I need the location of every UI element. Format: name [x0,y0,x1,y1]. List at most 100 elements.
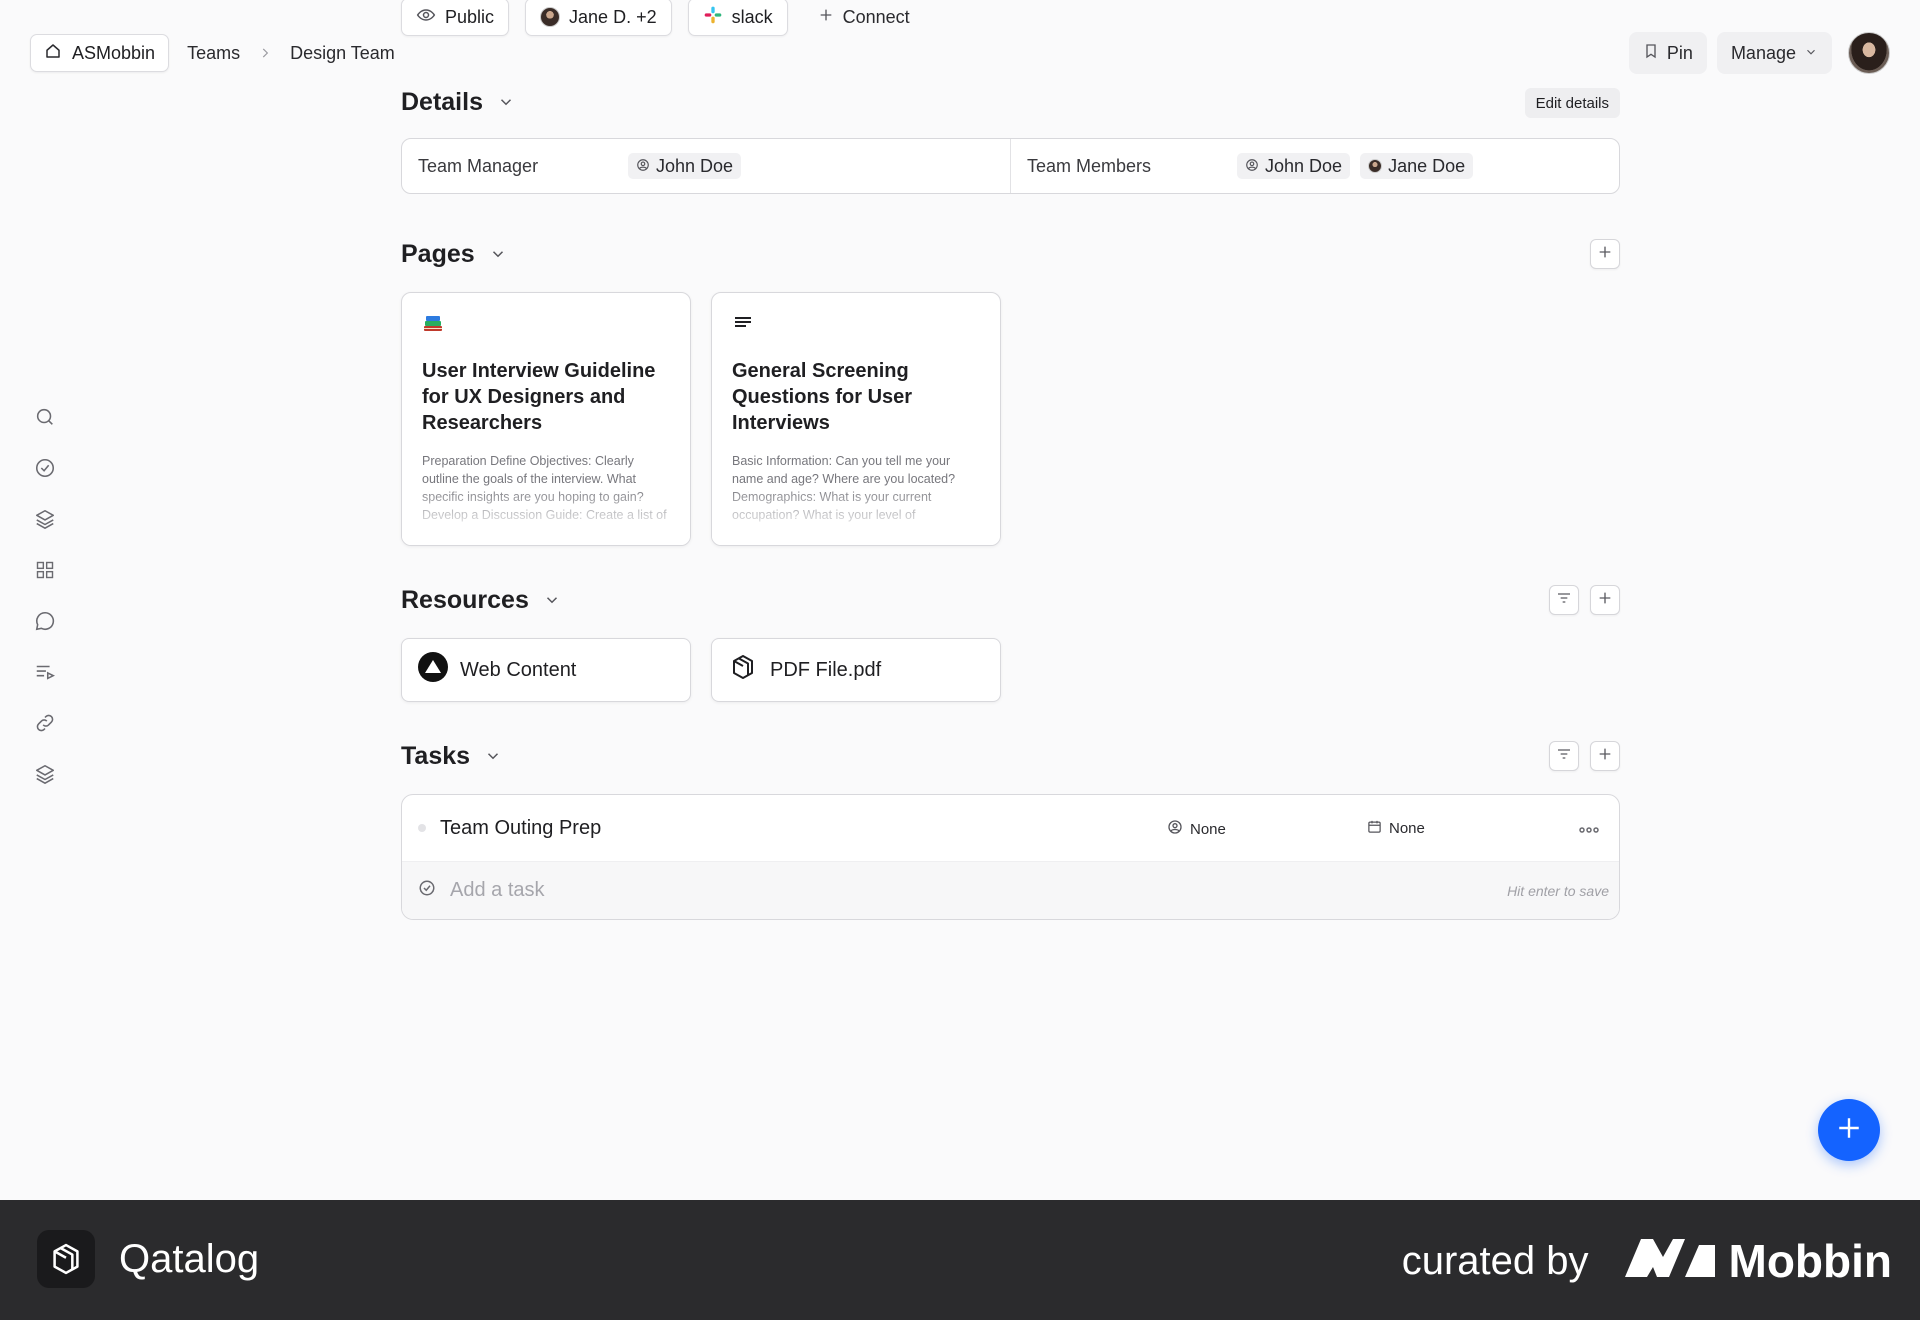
chevron-down-icon[interactable] [484,747,502,765]
page-card-preview: Basic Information: Can you tell me your … [732,454,956,522]
filter-resources-button[interactable] [1549,585,1579,615]
team-member-name: Jane Doe [1388,155,1466,176]
user-circle-icon [1245,156,1259,177]
team-toolbar: Public Jane D. +2 slack Connect [401,0,924,36]
tasks-panel: Team Outing Prep None None Add a task Hi… [401,794,1620,920]
bookmark-icon [1643,42,1659,65]
task-row[interactable]: Team Outing Prep None None [402,795,1619,861]
qatalog-logo-icon [728,652,758,688]
add-task-row[interactable]: Add a task Hit enter to save [402,861,1619,919]
plus-icon [1597,746,1613,767]
grid-icon[interactable] [33,559,57,581]
team-member-chip[interactable]: John Doe [1237,153,1351,179]
chevron-down-icon[interactable] [543,591,561,609]
chevron-right-icon [258,46,272,60]
pages-title: Pages [401,239,475,268]
user-avatar[interactable] [1848,32,1890,74]
resources-actions [1549,585,1620,615]
pages-header: Pages [401,232,1620,276]
visibility-button[interactable]: Public [401,0,510,36]
resource-card[interactable]: Web Content [401,638,691,702]
resource-label: Web Content [460,658,577,681]
tasks-title: Tasks [401,741,471,770]
page-card-title: General Screening Questions for User Int… [732,360,913,434]
task-status-dot[interactable] [418,824,426,832]
plus-icon [1597,590,1613,611]
chat-bubble-icon[interactable] [33,610,57,632]
pin-label: Pin [1666,42,1693,63]
resources-list: Web Content PDF File.pdf [401,638,1620,702]
manage-button[interactable]: Manage [1716,32,1832,74]
team-members-label: Team Members [1027,155,1152,176]
connect-label: Connect [842,6,910,27]
resources-title: Resources [401,585,529,614]
check-circle-icon [418,879,436,903]
team-member-name: John Doe [1265,155,1343,176]
user-circle-icon [636,156,650,177]
add-page-button[interactable] [1590,239,1620,269]
connect-button[interactable]: Connect [804,0,924,36]
chevron-down-icon[interactable] [497,93,515,111]
footer-credit: curated by Mobbin [1402,1234,1892,1288]
check-circle-icon[interactable] [33,457,57,479]
footer-banner: Qatalog curated by Mobbin [0,1200,1920,1320]
resource-label: PDF File.pdf [770,658,882,681]
pages-list: User Interview Guideline for UX Designer… [401,292,1620,546]
layers-icon[interactable] [33,508,57,530]
chevron-down-icon[interactable] [489,245,507,263]
calendar-icon [1367,819,1382,838]
mobbin-logo: Mobbin [1624,1234,1892,1288]
footer-brand: Qatalog [37,1230,259,1288]
team-member-chip[interactable]: Jane Doe [1360,153,1474,179]
breadcrumb-current: Design Team [290,42,395,63]
text-lines-icon [732,317,754,337]
page-card[interactable]: User Interview Guideline for UX Designer… [401,292,691,546]
mobbin-mark-icon [1624,1234,1715,1288]
stack-icon[interactable] [33,763,57,785]
link-icon[interactable] [33,712,57,734]
add-task-hint: Hit enter to save [1507,882,1609,899]
team-manager-chip[interactable]: John Doe [628,153,742,179]
plus-icon [1597,244,1613,265]
page-actions: Pin Manage [1628,32,1890,74]
footer-brand-name: Qatalog [119,1236,260,1281]
task-due-date[interactable]: None [1367,819,1425,838]
slack-icon [703,5,723,30]
filter-icon [1556,746,1572,767]
members-button[interactable]: Jane D. +2 [525,0,672,36]
task-name: Team Outing Prep [440,816,602,839]
search-icon[interactable] [33,406,57,428]
pin-button[interactable]: Pin [1628,32,1707,74]
task-due-value: None [1389,820,1425,837]
breadcrumb-teams[interactable]: Teams [187,43,240,64]
page-card[interactable]: General Screening Questions for User Int… [711,292,1001,546]
left-rail [33,406,57,785]
playlist-icon[interactable] [33,661,57,683]
create-fab-button[interactable] [1818,1099,1880,1161]
member-avatar [1368,159,1383,173]
add-resource-button[interactable] [1590,585,1620,615]
task-assignee[interactable]: None [1167,819,1226,839]
page-card-preview: Preparation Define Objectives: Clearly o… [422,454,667,522]
books-icon [422,316,444,337]
slack-button[interactable]: slack [687,0,788,36]
user-circle-icon [1167,819,1183,839]
triangle-logo-icon [418,652,448,688]
more-horizontal-icon[interactable] [1579,817,1599,840]
home-button[interactable]: ASMobbin [30,34,170,72]
details-title: Details [401,87,483,116]
main-content: Details Edit details Team Manager John D… [401,80,1620,920]
filter-icon [1556,590,1572,611]
footer-credit-text: curated by [1401,1238,1589,1283]
tasks-actions [1549,741,1620,771]
edit-details-button[interactable]: Edit details [1524,88,1620,118]
team-members-field: Team Members John Doe Jane Doe [1010,139,1619,193]
add-task-input[interactable]: Add a task [450,879,545,902]
add-task-button[interactable] [1590,741,1620,771]
filter-tasks-button[interactable] [1549,741,1579,771]
chevron-down-icon [1804,43,1818,64]
home-icon [44,42,62,65]
app-window: ASMobbin Teams Design Team Public Jane D… [0,0,1920,1200]
visibility-label: Public [445,6,495,27]
resource-card[interactable]: PDF File.pdf [711,638,1001,702]
